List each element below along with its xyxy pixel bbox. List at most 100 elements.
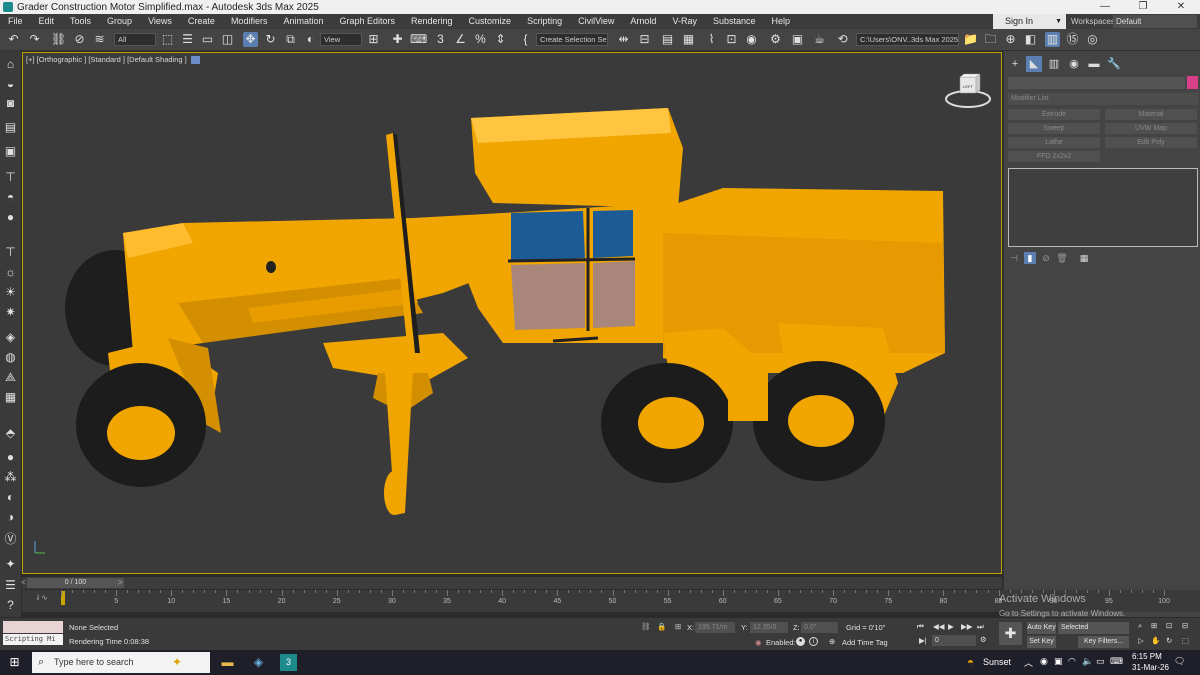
3dsmax-taskbar-icon[interactable]: 3	[280, 654, 297, 671]
keyboard-icon[interactable]: ⌨	[1110, 656, 1123, 667]
tray-app-icon-2[interactable]: ▣	[1054, 656, 1063, 667]
unlink-icon[interactable]: ⊘	[72, 32, 87, 47]
vray-sun-icon[interactable]: ☀	[2, 284, 19, 301]
layer-explorer-icon[interactable]: ▦	[681, 32, 696, 47]
hierarchy-tab-icon[interactable]: ▥	[1046, 56, 1062, 72]
maximize-viewport-icon[interactable]: ⬚	[1182, 636, 1189, 645]
zoom-extents-all-icon[interactable]: ⊟	[1182, 621, 1188, 630]
vray-light-mtl-icon[interactable]: ◐	[2, 489, 19, 506]
object-color-swatch[interactable]	[1187, 76, 1198, 89]
time-slider[interactable]: < 0 / 100 >	[21, 577, 1002, 589]
menu-group[interactable]: Group	[99, 14, 140, 29]
viewport-layout-icon[interactable]: ☰	[2, 577, 19, 594]
menu-views[interactable]: Views	[140, 14, 180, 29]
go-to-end-icon[interactable]: ⏭	[977, 622, 984, 632]
clock-date[interactable]: 31-Mar-26	[1132, 663, 1169, 672]
menu-tools[interactable]: Tools	[62, 14, 99, 29]
menu-substance[interactable]: Substance	[705, 14, 764, 29]
set-keys-icon[interactable]: ✚	[999, 622, 1022, 645]
menu-v-ray[interactable]: V-Ray	[664, 14, 705, 29]
previous-frame-icon[interactable]: ◀◀	[933, 622, 945, 631]
show-end-result-icon[interactable]: ▮	[1024, 252, 1036, 264]
remove-modifier-icon[interactable]: 🗑	[1056, 252, 1068, 264]
pivot-center-icon[interactable]: ⊞	[366, 32, 381, 47]
prev-frame-arrow-icon[interactable]: <	[21, 577, 26, 589]
selection-filter-select[interactable]: All	[114, 33, 156, 46]
taskbar-search-input[interactable]: ⌕ Type here to search ✦	[32, 652, 210, 673]
menu-file[interactable]: File	[0, 14, 31, 29]
next-frame-icon[interactable]: ▶▶	[961, 622, 973, 631]
close-button[interactable]: ✕	[1162, 0, 1200, 14]
placement-icon[interactable]: ◐	[303, 32, 318, 47]
x-coord-field[interactable]: 195.71/m	[695, 622, 735, 633]
menu-edit[interactable]: Edit	[31, 14, 63, 29]
utilities-tab-icon[interactable]: 🔧	[1106, 56, 1122, 72]
vray-plane-icon[interactable]: ⟁	[2, 369, 19, 386]
motion-tab-icon[interactable]: ◉	[1066, 56, 1082, 72]
modifier-button-edit-poly[interactable]: Edit Poly	[1105, 137, 1197, 148]
reference-coordinate-select[interactable]: View	[320, 33, 362, 46]
wifi-icon[interactable]: ◠	[1068, 656, 1076, 667]
angle-snap-icon[interactable]: ∠	[453, 32, 468, 47]
z-coord-field[interactable]: 0.0"	[801, 622, 838, 633]
autodesk-app-icon[interactable]: ⑮	[1065, 32, 1080, 47]
create-geometry-icon[interactable]: ⌂	[2, 56, 19, 73]
menu-arnold[interactable]: Arnold	[622, 14, 664, 29]
field-of-view-icon[interactable]: ▷	[1138, 636, 1144, 645]
modifier-button-lathe[interactable]: Lathe	[1008, 137, 1100, 148]
time-tag-icon[interactable]: ⊕	[829, 637, 835, 646]
bind-spacewarp-icon[interactable]: ≋	[92, 32, 107, 47]
modifier-stack[interactable]	[1008, 168, 1198, 247]
edge-browser-icon[interactable]: ◈	[250, 654, 267, 671]
maxscript-mini-listener[interactable]: Scripting Mi	[3, 634, 63, 645]
vray-logo-icon[interactable]: Ⓥ	[2, 531, 19, 548]
viewcube[interactable]: LEFT	[945, 73, 991, 113]
selection-lock-icon[interactable]: 🔒	[657, 622, 666, 631]
vray-mesh-clip-icon[interactable]: ▦	[2, 389, 19, 406]
vray-proxy-icon[interactable]: ◈	[2, 329, 19, 346]
key-mode-icon[interactable]: ▶|	[919, 636, 927, 645]
undo-icon[interactable]: ↶	[6, 32, 21, 47]
make-unique-icon[interactable]: ⊘	[1040, 252, 1052, 264]
workspaces-select[interactable]: Default	[1113, 15, 1197, 28]
menu-animation[interactable]: Animation	[275, 14, 331, 29]
configure-modifier-sets-icon[interactable]: ▦	[1078, 252, 1090, 264]
select-scale-icon[interactable]: ⧉	[283, 32, 298, 47]
redo-icon[interactable]: ↷	[27, 32, 42, 47]
select-rotate-icon[interactable]: ↻	[263, 32, 278, 47]
command-panel-toggle-icon[interactable]: ▥	[1045, 32, 1060, 47]
zoom-extents-icon[interactable]: ⊡	[1166, 621, 1172, 630]
next-frame-arrow-icon[interactable]: >	[118, 577, 123, 589]
battery-icon[interactable]: ▭	[1096, 656, 1105, 667]
clock-time[interactable]: 6:15 PM	[1132, 652, 1162, 661]
file-explorer-icon[interactable]: ▬	[219, 654, 236, 671]
vray-ies-icon[interactable]: ⊤	[2, 244, 19, 261]
vray-light-icon[interactable]: ⊤	[2, 169, 19, 186]
auto-key-button[interactable]: Auto Key	[1027, 622, 1056, 634]
modifier-button-sweep[interactable]: Sweep	[1008, 123, 1100, 134]
modifier-button-extrude[interactable]: Extrude	[1008, 109, 1100, 120]
render-production-icon[interactable]: ☕	[812, 32, 827, 47]
substance-icon[interactable]: ◎	[1085, 32, 1100, 47]
project-folder-icon[interactable]: 🗀	[983, 32, 998, 47]
keyboard-shortcut-override-icon[interactable]: ⌨	[410, 32, 427, 47]
y-coord-field[interactable]: 12.35/0	[750, 622, 788, 633]
camera-icon[interactable]: ▣	[2, 143, 19, 160]
zoom-icon[interactable]: ⌕	[1138, 621, 1142, 631]
spinner-snap-icon[interactable]: ⇕	[493, 32, 508, 47]
menu-create[interactable]: Create	[180, 14, 223, 29]
modifier-stack-icon[interactable]: ▤	[2, 119, 19, 136]
add-time-tag[interactable]: Add Time Tag	[842, 638, 888, 647]
menu-customize[interactable]: Customize	[461, 14, 520, 29]
minimize-button[interactable]: —	[1086, 0, 1124, 14]
vray-sphere-icon[interactable]: ●	[2, 209, 19, 226]
menu-rendering[interactable]: Rendering	[403, 14, 461, 29]
vray-ambient-icon[interactable]: ☼	[2, 264, 19, 281]
named-selection-set-select[interactable]: Create Selection Se	[536, 33, 608, 46]
select-manipulate-icon[interactable]: ✚	[390, 32, 405, 47]
track-bar-toggle-icon[interactable]: ⇃∿	[35, 593, 48, 602]
time-configuration-icon[interactable]: ⚙	[980, 635, 987, 644]
pin-stack-icon[interactable]: ⊣	[1008, 252, 1020, 264]
vray-multi-icon[interactable]: ⁂	[2, 469, 19, 486]
motor-grader-model[interactable]	[23, 53, 1002, 574]
